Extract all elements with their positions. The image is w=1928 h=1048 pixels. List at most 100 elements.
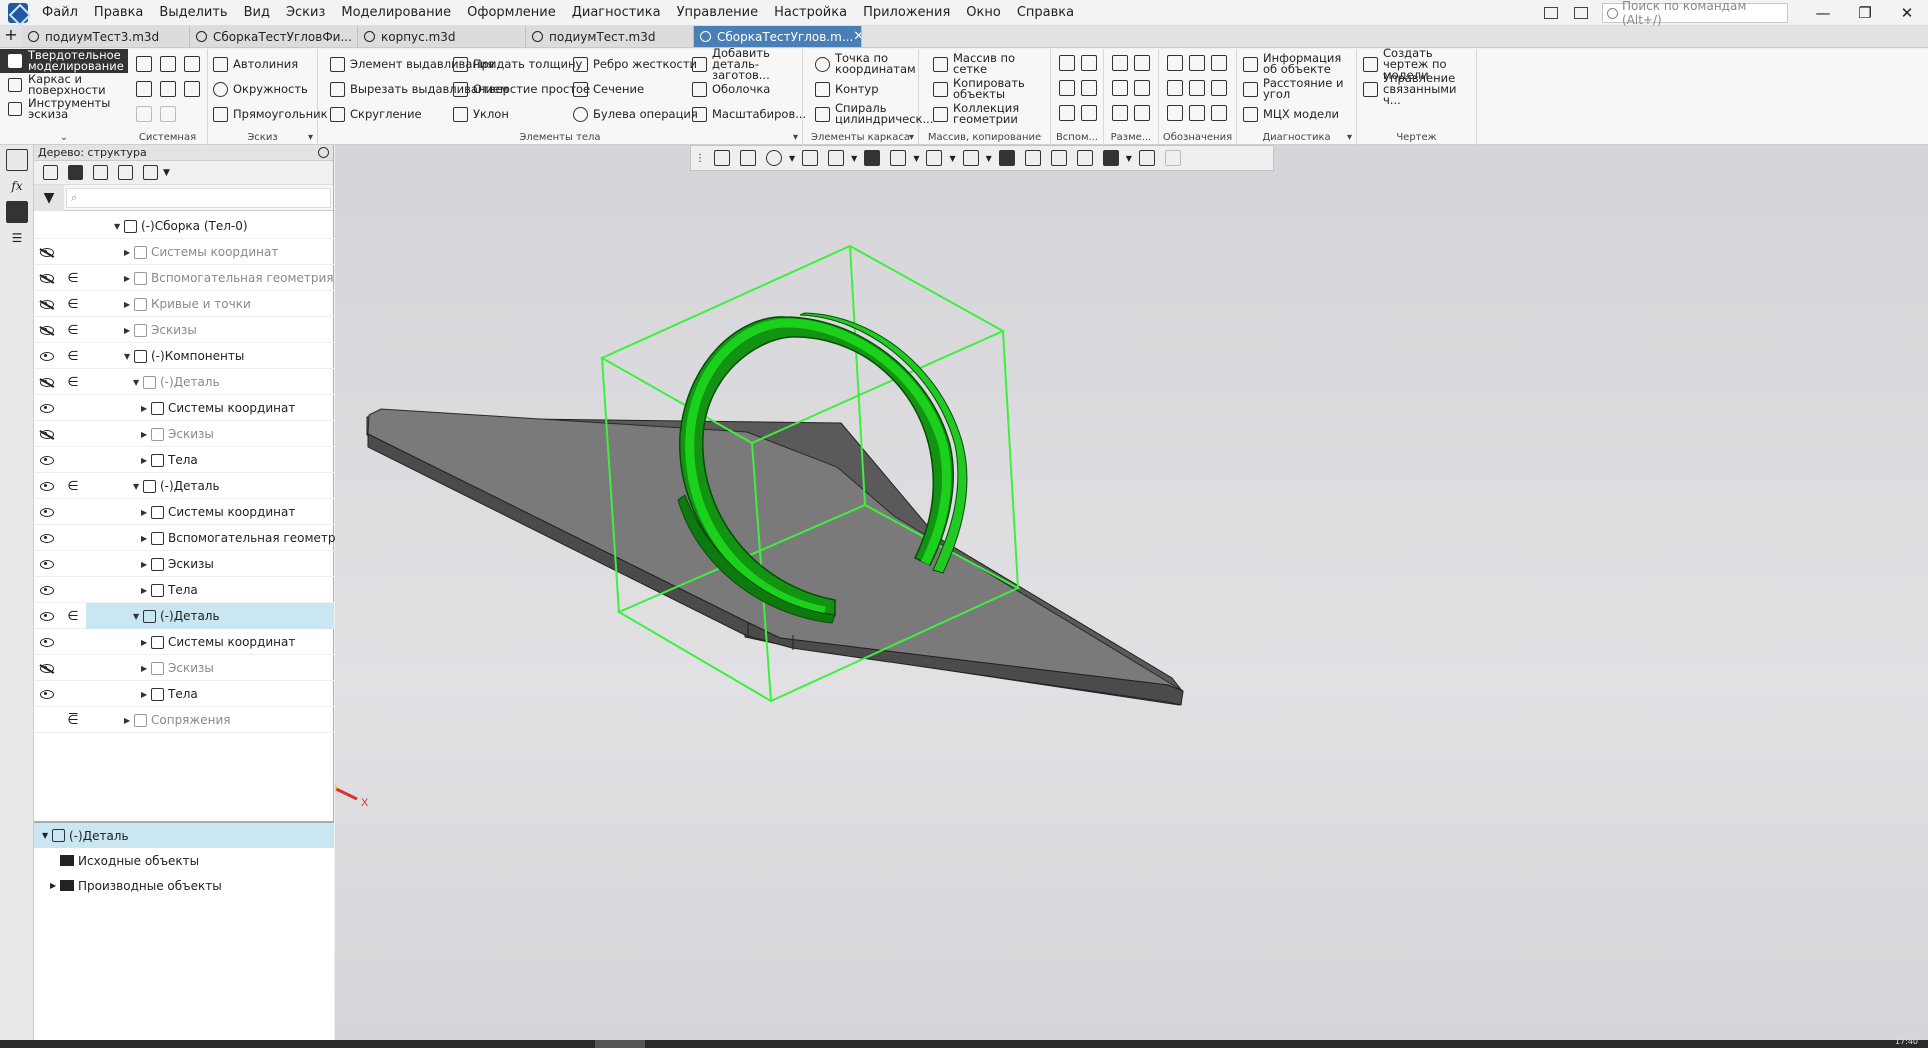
chevron-down-icon[interactable]: ▼ — [949, 154, 955, 163]
include-in-calc-icon[interactable]: ∈ — [60, 317, 86, 343]
tree-node[interactable]: ▶ Эскизы — [124, 317, 197, 343]
angular-dim-icon[interactable] — [1134, 55, 1150, 71]
close-icon[interactable]: ✕ — [853, 29, 861, 44]
mode-sketch-tools[interactable]: Инструменты эскиза — [0, 97, 128, 121]
chevron-down-icon[interactable]: ▼ — [133, 612, 143, 621]
display-mode-icon[interactable] — [890, 150, 907, 166]
chamfer-dim-icon[interactable] — [1134, 105, 1150, 121]
pan-icon[interactable] — [802, 150, 819, 166]
tree-node[interactable]: ▶ Эскизы — [141, 551, 214, 577]
chevron-right-icon[interactable]: ▶ — [124, 300, 134, 309]
chevron-down-icon[interactable]: ▼ — [986, 154, 992, 163]
chevron-right-icon[interactable]: ▶ — [141, 430, 151, 439]
tree-node[interactable]: ▶ Тела — [141, 577, 198, 603]
visibility-cell[interactable] — [34, 603, 60, 629]
document-tab[interactable]: подиумТест3.m3d — [22, 26, 190, 47]
autoline-button[interactable]: Автолиния — [213, 52, 298, 76]
mode-wireframe-surfaces[interactable]: Каркас и поверхности — [0, 73, 128, 97]
chevron-right-icon[interactable]: ▶ — [124, 248, 134, 257]
chevron-icon[interactable]: ▶ — [50, 881, 60, 890]
new-tab-button[interactable]: + — [0, 25, 22, 47]
tree-node[interactable]: ▶ Системы координат — [141, 499, 295, 525]
visibility-cell[interactable] — [34, 447, 60, 473]
tree-name-cell[interactable]: ▶ Вспомогательная геометрия — [86, 265, 334, 291]
chevron-down-icon[interactable]: ▾ — [793, 131, 798, 145]
weld-icon[interactable] — [1189, 80, 1205, 96]
chevron-right-icon[interactable]: ▶ — [141, 560, 151, 569]
tree-row[interactable]: ∈ ▼ (-)Деталь — [34, 603, 334, 629]
chevron-right-icon[interactable]: ▶ — [124, 716, 134, 725]
eye-hidden-icon[interactable] — [40, 247, 54, 257]
tree-name-cell[interactable]: ▶ Системы координат — [86, 499, 334, 525]
tree-name-cell[interactable]: ▼ (-)Деталь — [86, 369, 334, 395]
menu-item[interactable]: Выделить — [151, 0, 235, 26]
eye-hidden-icon[interactable] — [40, 325, 54, 335]
minimize-button[interactable]: — — [1802, 0, 1844, 26]
eye-icon[interactable] — [40, 689, 54, 699]
tree-name-cell[interactable]: ▼ (-)Деталь — [86, 473, 334, 499]
tree-select-icon[interactable] — [118, 165, 133, 180]
print-icon[interactable] — [136, 81, 152, 97]
include-in-calc-icon[interactable]: ∈ — [60, 603, 86, 629]
tree-row[interactable]: ▼ (-)Сборка (Тел-0) — [34, 213, 334, 239]
include-in-calc-icon[interactable] — [60, 421, 86, 447]
snap-icon[interactable] — [998, 150, 1015, 166]
visibility-cell[interactable] — [34, 629, 60, 655]
tree-name-cell[interactable]: ▼ (-)Сборка (Тел-0) — [86, 213, 334, 239]
roughness-icon[interactable] — [1167, 80, 1183, 96]
menu-item[interactable]: Справка — [1009, 0, 1082, 26]
menu-item[interactable]: Правка — [86, 0, 151, 26]
circle-button[interactable]: Окружность — [213, 77, 308, 101]
manage-drawings-button[interactable]: Управление связанными ч... — [1363, 72, 1476, 105]
eye-hidden-icon[interactable] — [40, 377, 54, 387]
chevron-down-icon[interactable]: ▼ — [851, 154, 857, 163]
measure-view-icon[interactable] — [1076, 150, 1093, 166]
menu-item[interactable]: Оформление — [459, 0, 564, 26]
boolean-button[interactable]: Булева операция — [573, 102, 698, 126]
tree-name-cell[interactable]: ▶ Тела — [86, 447, 334, 473]
menu-icon[interactable]: ☰ — [6, 227, 28, 249]
chevron-icon[interactable]: ▼ — [42, 831, 52, 840]
tree-name-cell[interactable]: ▶ Тела — [86, 681, 334, 707]
tree-node[interactable]: ▼ (-)Сборка (Тел-0) — [114, 213, 248, 239]
visibility-cell[interactable] — [34, 317, 60, 343]
geometry-collection-button[interactable]: Коллекция геометрии — [933, 102, 1050, 126]
chevron-down-icon[interactable]: ▼ — [133, 482, 143, 491]
plate-body[interactable] — [366, 408, 1184, 706]
zoom-icon[interactable] — [766, 150, 782, 166]
include-in-calc-icon[interactable]: ∈ — [60, 343, 86, 369]
eye-hidden-icon[interactable] — [40, 273, 54, 283]
tolerance-icon[interactable] — [1211, 55, 1227, 71]
include-in-calc-icon[interactable] — [60, 239, 86, 265]
chevron-down-icon[interactable]: ▼ — [133, 378, 143, 387]
tree-name-cell[interactable]: ▼ (-)Деталь — [86, 603, 334, 629]
eye-icon[interactable] — [40, 533, 54, 543]
tree-view-options-icon[interactable] — [143, 165, 158, 180]
visibility-cell[interactable] — [34, 343, 60, 369]
chevron-down-icon[interactable]: ▼ — [1126, 154, 1132, 163]
restore-button[interactable]: ❐ — [1844, 0, 1886, 26]
scale-button[interactable]: Масштабиров... — [692, 102, 806, 126]
visibility-cell[interactable] — [34, 499, 60, 525]
tree-name-cell[interactable]: ▶ Эскизы — [86, 317, 334, 343]
radial-dim-icon[interactable] — [1112, 80, 1128, 96]
chevron-down-icon[interactable]: ▾ — [1347, 131, 1352, 145]
chevron-right-icon[interactable]: ▶ — [141, 534, 151, 543]
tree-name-cell[interactable]: ▶ Эскизы — [86, 551, 334, 577]
include-in-calc-icon[interactable]: ∈ — [60, 265, 86, 291]
visibility-cell[interactable] — [34, 655, 60, 681]
save-all-icon[interactable] — [184, 81, 200, 97]
datum-icon[interactable] — [1189, 55, 1205, 71]
tree-row[interactable]: ▶ Тела — [34, 447, 334, 473]
eye-icon[interactable] — [40, 481, 54, 491]
tree-name-cell[interactable]: ▶ Тела — [86, 577, 334, 603]
tree-row[interactable]: ∈ ▶ Кривые и точки — [34, 291, 334, 317]
point-by-coords-button[interactable]: Точка по координатам — [815, 52, 918, 76]
orientation-icon[interactable] — [714, 150, 730, 166]
chevron-down-icon[interactable]: ▼ — [913, 154, 919, 163]
mass-properties-button[interactable]: МЦХ модели — [1243, 102, 1339, 126]
hide-icon[interactable] — [926, 150, 943, 166]
section-view-icon[interactable] — [1024, 150, 1041, 166]
tree-row[interactable]: ∈ ▼ (-)Деталь — [34, 369, 334, 395]
leader-icon[interactable] — [1167, 55, 1183, 71]
